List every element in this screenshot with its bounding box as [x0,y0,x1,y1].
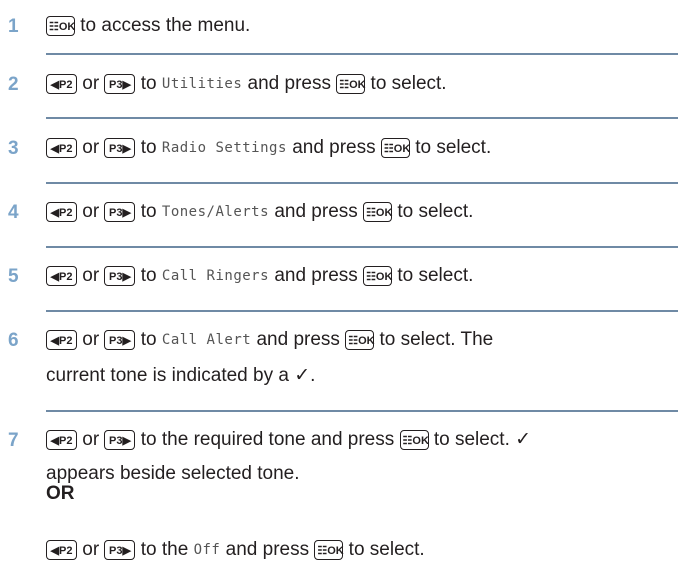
menu-item-name: Call Ringers [161,268,270,284]
select-text: to select. [397,265,474,286]
p3-right-key-icon: P3▶ [104,330,136,350]
step-number: 4 [8,202,19,223]
p2-left-key-icon: ◀P2 [46,138,77,158]
step-text-continued: current tone is indicated by a ✓. [46,365,316,386]
or-text: or [82,329,100,350]
menu-item-name: Off [193,542,221,558]
select-text: to select. [415,137,492,158]
divider [46,410,678,412]
step-number: 5 [8,266,19,287]
select-text: to select. [370,73,447,94]
or-label: OR [46,483,75,504]
menu-item-name: Tones/Alerts [161,204,270,220]
p2-left-key-icon: ◀P2 [46,74,77,94]
menu-ok-key-icon: ☷OK [336,74,366,94]
press-text: and press [274,265,358,286]
to-text: to [140,137,157,158]
divider [46,117,678,119]
to-text: to [140,265,157,286]
p3-right-key-icon: P3▶ [104,266,136,286]
to-text: to [140,73,157,94]
select-text: to select. [348,539,425,560]
or-text: or [82,265,100,286]
p2-left-key-icon: ◀P2 [46,202,77,222]
step-number: 7 [8,430,19,451]
p3-right-key-icon: P3▶ [104,138,136,158]
step-text: to access the menu. [80,15,251,36]
step-number: 2 [8,74,19,95]
press-text: and press [274,201,358,222]
or-text: or [82,201,100,222]
menu-ok-key-icon: ☷OK [345,330,375,350]
to-text: to [140,329,157,350]
p2-left-key-icon: ◀P2 [46,540,77,560]
divider [46,246,678,248]
menu-item-name: Call Alert [161,332,252,348]
menu-ok-key-icon: ☷OK [399,430,429,450]
divider [46,310,678,312]
or-text: or [82,539,100,560]
select-text: to select. [397,201,474,222]
press-text: and press [292,137,376,158]
p2-left-key-icon: ◀P2 [46,330,77,350]
divider [46,53,678,55]
p3-right-key-icon: P3▶ [104,74,136,94]
p3-right-key-icon: P3▶ [104,430,136,450]
p3-right-key-icon: P3▶ [104,540,136,560]
menu-ok-key-icon: ☷OK [46,16,75,36]
press-text: and press [256,329,340,350]
to-text: to the [140,539,189,560]
menu-item-name: Radio Settings [161,140,287,156]
menu-ok-key-icon: ☷OK [363,202,392,222]
select-text: to select. ✓ [433,429,532,450]
divider [46,182,678,184]
menu-item-name: Utilities [161,76,243,92]
step-text-continued: appears beside selected tone. [46,463,300,484]
press-text: and press [225,539,310,560]
menu-ok-key-icon: ☷OK [380,138,410,158]
press-text: and press [247,73,331,94]
to-text: to [140,201,157,222]
select-text: to select. The [379,329,494,350]
step-number: 3 [8,138,19,159]
p2-left-key-icon: ◀P2 [46,430,77,450]
p3-right-key-icon: P3▶ [104,202,136,222]
or-text: or [82,137,100,158]
step-number: 1 [8,16,19,37]
menu-ok-key-icon: ☷OK [314,540,344,560]
or-text: or [82,429,100,450]
to-text: to the required tone and press [140,429,395,450]
p2-left-key-icon: ◀P2 [46,266,77,286]
or-text: or [82,73,100,94]
step-number: 6 [8,330,19,351]
menu-ok-key-icon: ☷OK [363,266,392,286]
